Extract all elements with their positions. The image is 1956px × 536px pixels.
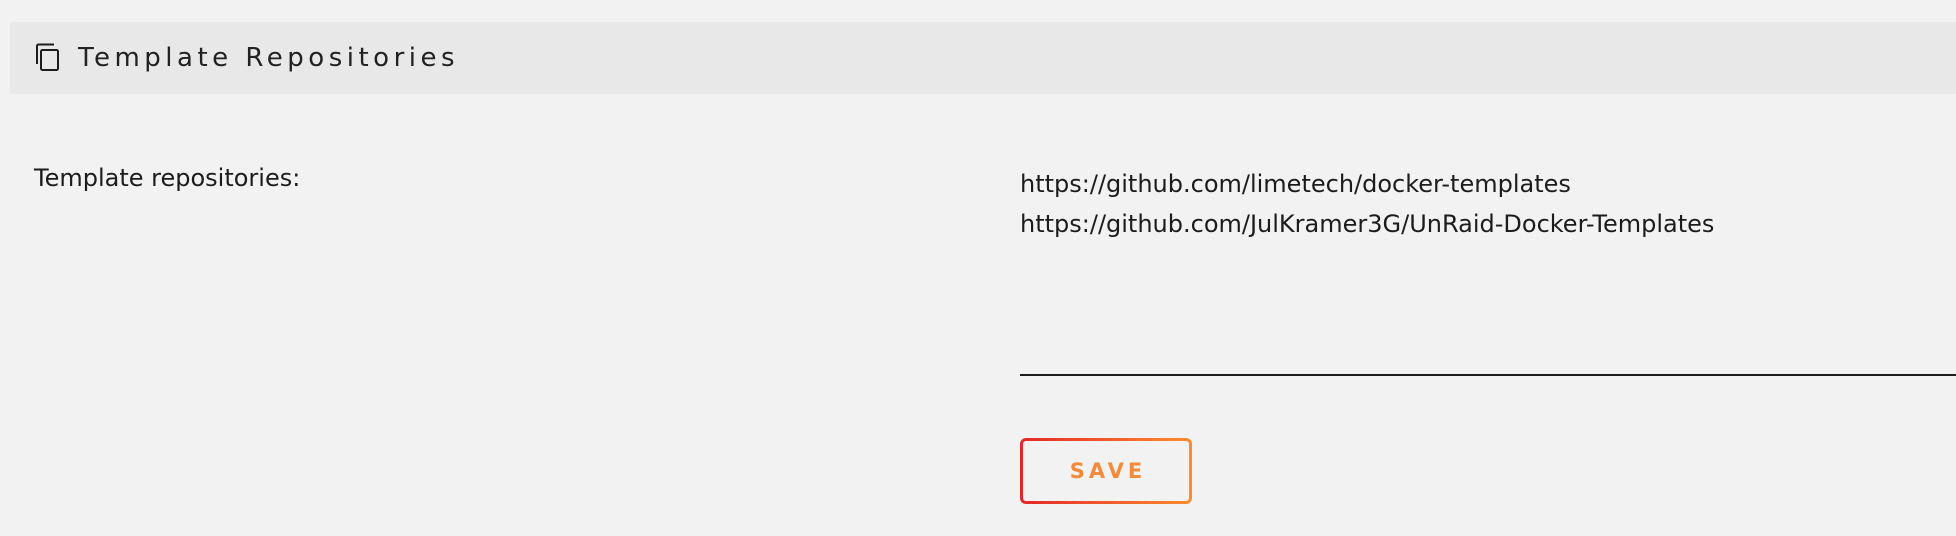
copy-icon <box>30 42 62 74</box>
save-button-label: SAVE <box>1069 459 1147 483</box>
section-header: Template Repositories <box>10 22 1956 94</box>
section-title: Template Repositories <box>78 43 460 73</box>
template-repositories-textarea[interactable]: https://github.com/limetech/docker-templ… <box>1020 164 1956 376</box>
template-repositories-label: Template repositories: <box>34 164 301 192</box>
save-button[interactable]: SAVE <box>1020 438 1192 504</box>
